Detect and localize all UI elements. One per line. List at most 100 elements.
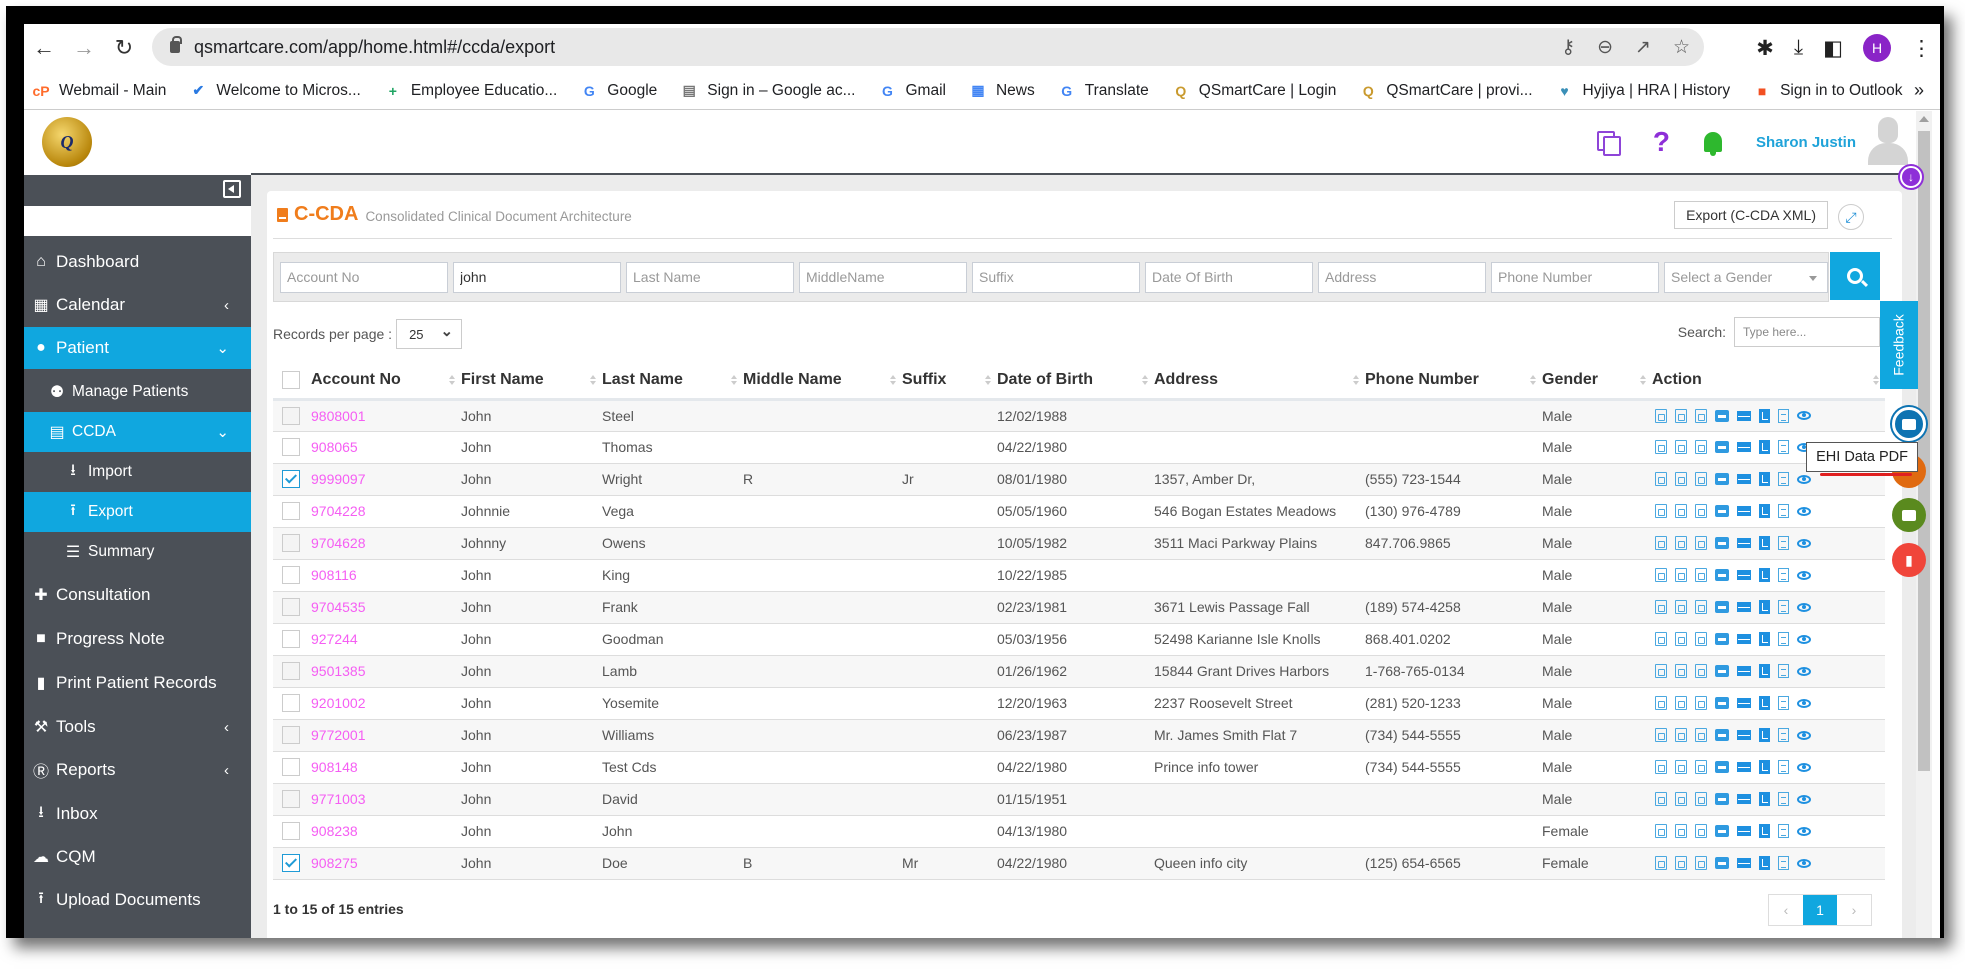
reload-icon[interactable]: ↻ [104, 35, 144, 61]
table-row[interactable]: 9704228 Johnnie Vega 05/05/1960 546 Bogan Es… [273, 495, 1885, 528]
ccda-xml-icon[interactable] [1675, 568, 1687, 582]
file-text-icon[interactable] [1778, 632, 1789, 646]
back-icon[interactable]: ← [24, 35, 64, 61]
prev-page-button[interactable]: ‹ [1769, 895, 1803, 925]
table-row[interactable]: 908065 John Thomas 04/22/1980 Male [273, 431, 1885, 464]
ccda-xml-icon[interactable] [1695, 856, 1707, 870]
view-icon[interactable] [1797, 538, 1811, 548]
ccda-xml-icon[interactable] [1675, 824, 1687, 838]
view-icon[interactable] [1797, 570, 1811, 580]
cell-account[interactable]: 9772001 [311, 719, 461, 752]
ccda-xml-icon[interactable] [1695, 760, 1707, 774]
feedback-tab[interactable]: Feedback [1880, 301, 1918, 389]
sidebar-item-import[interactable]: ⭳ Import [24, 452, 251, 492]
sidebar-item-consultation[interactable]: ✚ Consultation [24, 574, 251, 616]
filter-middle-name[interactable] [799, 261, 967, 293]
table-search-input[interactable] [1734, 317, 1880, 347]
url-text[interactable]: qsmartcare.com/app/home.html#/ccda/expor… [194, 37, 555, 58]
email-icon[interactable] [1737, 698, 1751, 708]
table-row[interactable]: 908238 John John 04/13/1980 Female [273, 815, 1885, 848]
page-1-button[interactable]: 1 [1803, 895, 1837, 925]
table-row[interactable]: 9201002 John Yosemite 12/20/1963 2237 Roosev… [273, 687, 1885, 720]
key-icon[interactable]: ⚷ [1561, 36, 1575, 59]
email-icon[interactable] [1737, 762, 1751, 772]
ehi-print-button[interactable] [1892, 407, 1926, 441]
print-icon[interactable] [1715, 697, 1729, 709]
user-avatar[interactable] [1868, 117, 1908, 167]
cell-account[interactable]: 908148 [311, 751, 461, 784]
view-icon[interactable] [1797, 826, 1811, 836]
cell-account[interactable]: 9808001 [311, 399, 461, 432]
sidebar-item-print-patient-records[interactable]: ▮ Print Patient Records [24, 662, 251, 704]
row-checkbox[interactable] [282, 726, 300, 745]
file-text-icon[interactable] [1778, 568, 1789, 582]
ccda-xml-icon[interactable] [1695, 792, 1707, 806]
cell-account[interactable]: 9704228 [311, 495, 461, 528]
column-header-account-no[interactable]: Account No [311, 363, 461, 401]
select-all-checkbox[interactable] [282, 371, 300, 390]
sort-icon[interactable] [1640, 375, 1646, 387]
filter-account-no[interactable] [280, 261, 448, 293]
bookmark-item[interactable]: ♥ Hyjiya | HRA | History [1556, 82, 1730, 100]
print-icon[interactable] [1715, 441, 1729, 453]
table-row[interactable]: 9501385 John Lamb 01/26/1962 15844 Grant Dri… [273, 655, 1885, 688]
table-row[interactable]: 908275 John Doe B Mr 04/22/1980 Queen info cit… [273, 847, 1885, 880]
document-button[interactable]: ▮ [1892, 543, 1926, 577]
expand-icon[interactable]: ⤢ [1838, 204, 1864, 230]
row-checkbox[interactable] [282, 470, 300, 489]
pdf-icon[interactable] [1759, 472, 1770, 486]
records-per-page-select[interactable]: 25 [396, 319, 463, 349]
table-row[interactable]: 9999097 John Wright R Jr 08/01/1980 1357, Ambe… [273, 463, 1885, 496]
pdf-icon[interactable] [1759, 696, 1770, 710]
sidebar-search[interactable] [24, 206, 251, 236]
view-icon[interactable] [1797, 762, 1811, 772]
filter-phone[interactable] [1491, 261, 1659, 293]
ccda-xml-icon[interactable] [1695, 504, 1707, 518]
sort-icon[interactable] [590, 375, 596, 387]
file-text-icon[interactable] [1778, 760, 1789, 774]
row-checkbox[interactable] [282, 662, 300, 681]
file-text-icon[interactable] [1778, 472, 1789, 486]
sort-icon[interactable] [985, 375, 991, 387]
view-icon[interactable] [1797, 474, 1811, 484]
cell-account[interactable]: 908065 [311, 431, 461, 464]
profile-avatar[interactable]: H [1863, 34, 1891, 62]
email-icon[interactable] [1737, 634, 1751, 644]
row-checkbox[interactable] [282, 502, 300, 521]
view-icon[interactable] [1797, 698, 1811, 708]
bookmark-item[interactable]: ▤ Sign in – Google ac... [680, 82, 856, 100]
email-icon[interactable] [1737, 826, 1751, 836]
ccda-xml-icon[interactable] [1655, 856, 1667, 870]
file-text-icon[interactable] [1778, 824, 1789, 838]
print-icon[interactable] [1715, 665, 1729, 677]
ccda-xml-icon[interactable] [1695, 632, 1707, 646]
print-icon[interactable] [1715, 729, 1729, 741]
email-icon[interactable] [1737, 730, 1751, 740]
sidebar-item-reports[interactable]: Ⓡ Reports ‹ [24, 749, 251, 791]
sidebar-item-inbox[interactable]: ⭳ Inbox [24, 793, 251, 835]
file-text-icon[interactable] [1778, 792, 1789, 806]
column-header-action[interactable]: Action [1652, 363, 1885, 401]
print-button[interactable] [1892, 498, 1926, 532]
cell-account[interactable]: 9501385 [311, 655, 461, 688]
next-page-button[interactable]: › [1837, 895, 1871, 925]
print-icon[interactable] [1715, 505, 1729, 517]
ccda-xml-icon[interactable] [1675, 792, 1687, 806]
filter-dob[interactable] [1145, 261, 1313, 293]
table-row[interactable]: 9771003 John David 01/15/1951 Male [273, 783, 1885, 816]
sort-icon[interactable] [1873, 375, 1879, 387]
column-header-phone-number[interactable]: Phone Number [1365, 363, 1542, 401]
file-text-icon[interactable] [1778, 408, 1789, 423]
cell-account[interactable]: 9771003 [311, 783, 461, 816]
cell-account[interactable]: 908238 [311, 815, 461, 848]
ccda-xml-icon[interactable] [1655, 792, 1667, 806]
email-icon[interactable] [1737, 410, 1751, 421]
sidebar-item-patient[interactable]: ● Patient ⌄ [24, 327, 251, 369]
ccda-xml-icon[interactable] [1695, 408, 1707, 423]
ccda-xml-icon[interactable] [1695, 600, 1707, 614]
view-icon[interactable] [1797, 858, 1811, 868]
row-checkbox[interactable] [282, 758, 300, 777]
sidebar-item-dashboard[interactable]: ⌂ Dashboard [24, 241, 251, 283]
file-text-icon[interactable] [1778, 696, 1789, 710]
export-ccda-xml-button[interactable]: Export (C-CDA XML) [1674, 201, 1828, 229]
